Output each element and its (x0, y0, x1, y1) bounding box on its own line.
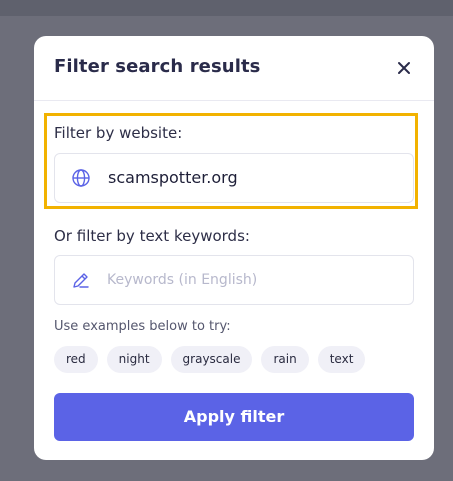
website-filter-value: scamspotter.org (108, 168, 238, 187)
pencil-icon (73, 273, 89, 288)
keyword-filter-label: Or filter by text keywords: (54, 227, 250, 245)
example-chip-grayscale[interactable]: grayscale (170, 346, 253, 373)
example-chip-text[interactable]: text (317, 346, 366, 373)
filter-dialog: Filter search results Filter by website:… (34, 36, 434, 460)
apply-filter-button[interactable]: Apply filter (54, 393, 414, 441)
close-icon (398, 62, 410, 74)
dialog-title: Filter search results (54, 56, 261, 77)
background-header (0, 0, 453, 16)
example-chip-night[interactable]: night (106, 346, 162, 373)
dialog-header: Filter search results (34, 36, 434, 101)
website-filter-label: Filter by website: (54, 124, 183, 142)
website-filter-field[interactable]: scamspotter.org (54, 153, 414, 203)
examples-label: Use examples below to try: (54, 319, 231, 334)
example-chips: red night grayscale rain text (54, 346, 366, 373)
keyword-input[interactable] (107, 266, 397, 294)
close-button[interactable] (394, 58, 414, 78)
globe-icon (72, 169, 90, 187)
example-chip-red[interactable]: red (54, 346, 98, 373)
keyword-filter-field[interactable] (54, 255, 414, 305)
example-chip-rain[interactable]: rain (261, 346, 309, 373)
